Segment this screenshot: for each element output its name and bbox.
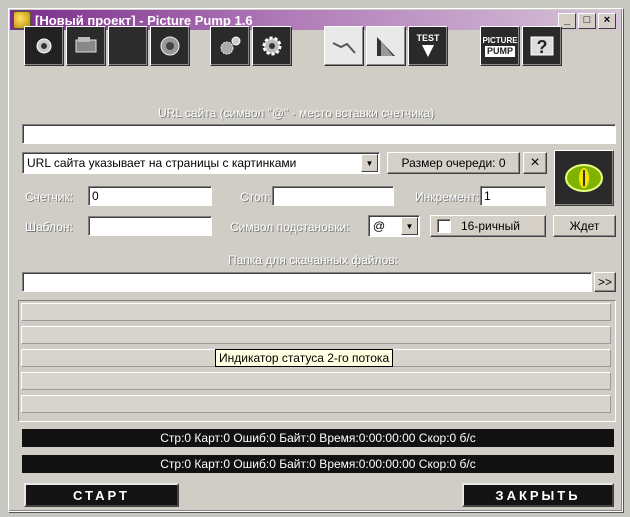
- close-button[interactable]: ЗАКРЫТЬ: [462, 483, 614, 507]
- settings-icon[interactable]: [210, 26, 250, 66]
- hex-checkbox-group: 16-ричный: [430, 215, 546, 237]
- blank-icon[interactable]: [108, 26, 148, 66]
- picture-pump-logo-icon[interactable]: PICTURE PUMP: [480, 26, 520, 66]
- chevron-down-icon[interactable]: ▼: [401, 217, 418, 235]
- stop-label: Стоп:: [240, 190, 271, 204]
- template-label: Шаблон:: [25, 220, 73, 234]
- queue-size-button[interactable]: Размер очереди: 0: [387, 152, 520, 174]
- hex-checkbox[interactable]: [437, 219, 451, 233]
- counter-input[interactable]: 0: [88, 186, 212, 206]
- status-line-2: Стр:0 Карт:0 Ошиб:0 Байт:0 Время:0:00:00…: [22, 455, 614, 473]
- hex-label: 16-ричный: [461, 219, 520, 233]
- help-icon[interactable]: ?: [522, 26, 562, 66]
- url-input[interactable]: [22, 124, 616, 144]
- status-eye-icon: [554, 150, 614, 206]
- svg-text:?: ?: [537, 37, 548, 57]
- subst-label: Символ подстановки:: [230, 220, 350, 234]
- folder-label: Папка для скачанных файлов:: [228, 253, 398, 267]
- thread-indicator-1: [21, 303, 611, 321]
- gear-icon[interactable]: [252, 26, 292, 66]
- logo-top: PICTURE: [482, 36, 518, 45]
- new-project-icon[interactable]: [24, 26, 64, 66]
- graph-icon[interactable]: [324, 26, 364, 66]
- status-line-1: Стр:0 Карт:0 Ошиб:0 Байт:0 Время:0:00:00…: [22, 429, 614, 447]
- subst-select[interactable]: @ ▼: [368, 215, 420, 237]
- increment-label: Инкремент:: [415, 190, 480, 204]
- counter-label: Счетчик:: [25, 190, 74, 204]
- mode-select[interactable]: URL сайта указывает на страницы с картин…: [22, 152, 380, 174]
- start-button[interactable]: СТАРТ: [24, 483, 179, 507]
- increment-input[interactable]: 1: [480, 186, 546, 206]
- open-project-icon[interactable]: [66, 26, 106, 66]
- thread-indicator-4: [21, 372, 611, 390]
- test-label: TEST: [416, 33, 440, 43]
- toolbar: TEST PICTURE PUMP ?: [14, 26, 614, 66]
- test-icon[interactable]: TEST: [408, 26, 448, 66]
- clear-queue-button[interactable]: ×: [523, 152, 547, 174]
- thread-tooltip: Индикатор статуса 2-го потока: [215, 349, 394, 367]
- browse-folder-button[interactable]: >>: [594, 272, 616, 292]
- wait-button[interactable]: Ждет: [553, 215, 616, 237]
- logo-bottom: PUMP: [484, 46, 515, 57]
- subst-select-value: @: [373, 219, 386, 233]
- folder-input[interactable]: [22, 272, 592, 292]
- mode-select-value: URL сайта указывает на страницы с картин…: [27, 156, 297, 170]
- url-label: URL сайта (символ "@" - место вставки сч…: [158, 106, 435, 120]
- thread-indicator-2: [21, 326, 611, 344]
- layers-icon[interactable]: [366, 26, 406, 66]
- template-input[interactable]: [88, 216, 212, 236]
- thread-indicator-5: [21, 395, 611, 413]
- stop-input[interactable]: [272, 186, 394, 206]
- chevron-down-icon[interactable]: ▼: [361, 154, 378, 172]
- save-project-icon[interactable]: [150, 26, 190, 66]
